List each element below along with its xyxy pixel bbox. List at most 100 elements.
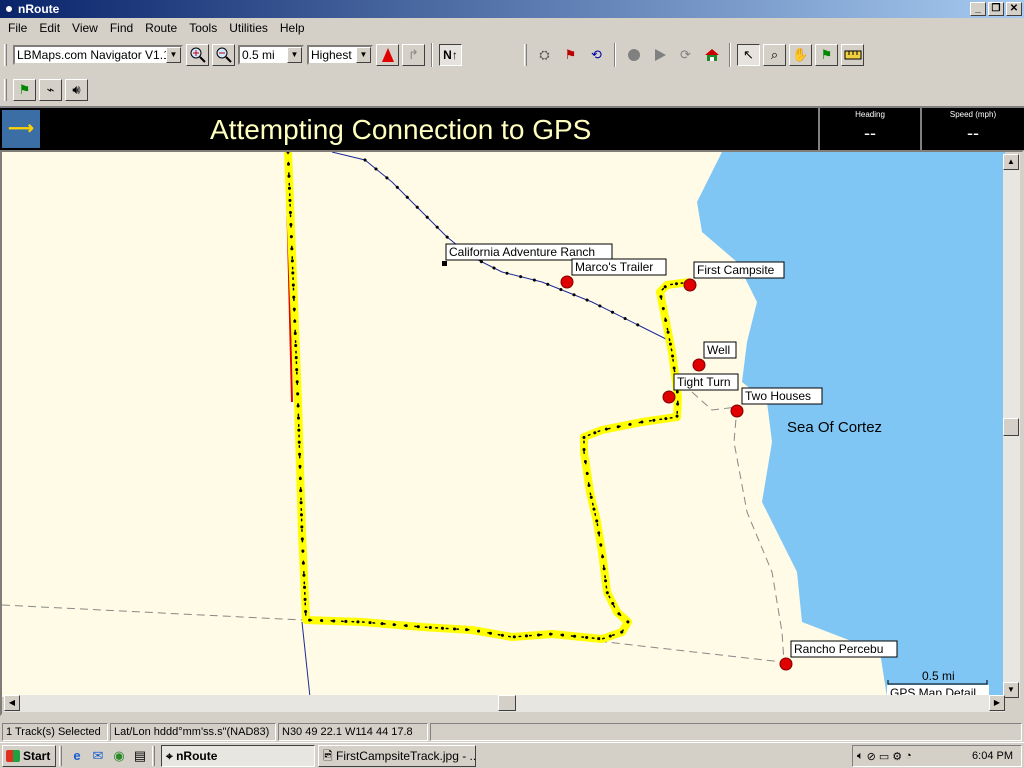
restore-button[interactable]: ❐: [988, 2, 1004, 16]
chevron-down-icon: ▼: [166, 47, 181, 63]
menu-utilities[interactable]: Utilities: [223, 18, 274, 38]
svg-text:California Adventure Ranch: California Adventure Ranch: [449, 245, 595, 259]
north-arrow-button[interactable]: [376, 44, 399, 66]
app-icon: [4, 4, 14, 14]
ie-icon[interactable]: e: [68, 747, 86, 765]
menu-file[interactable]: File: [2, 18, 33, 38]
map-canvas[interactable]: California Adventure Ranch Marco's Trail…: [2, 152, 1005, 697]
close-button[interactable]: ✕: [1006, 2, 1022, 16]
menu-help[interactable]: Help: [274, 18, 311, 38]
chevron-down-icon: ▼: [356, 47, 371, 63]
outlook-icon[interactable]: ✉: [89, 747, 107, 765]
ranch-marker: [442, 261, 447, 266]
waypoint-marcos-trailer[interactable]: [560, 275, 574, 289]
record-button[interactable]: [622, 44, 645, 66]
waypoint-well[interactable]: [692, 358, 706, 372]
pan-tool-button[interactable]: ✋: [789, 44, 812, 66]
home-button[interactable]: [700, 44, 723, 66]
red-arrow-icon: [381, 48, 394, 62]
waypoint-first-campsite[interactable]: [683, 278, 697, 292]
gps-device-button[interactable]: ⌁: [39, 79, 62, 101]
label-first-campsite: First Campsite: [693, 261, 785, 279]
task-image-viewer[interactable]: 🖻︎ FirstCampsiteTrack.jpg - ...: [318, 744, 476, 767]
sound-icon: 🔊︎: [72, 82, 81, 97]
title-bar: nRoute _ ❐ ✕: [0, 0, 1024, 18]
heading-gauge: Heading --: [818, 108, 920, 152]
pointer-icon: ↖: [743, 47, 754, 62]
svg-text:Tight Turn: Tight Turn: [677, 375, 731, 389]
scroll-right-button[interactable]: ▶: [989, 695, 1005, 711]
zoom-in-button[interactable]: [186, 44, 209, 66]
tray-status-icon[interactable]: ◔: [905, 750, 912, 762]
label-california-adventure-ranch[interactable]: California Adventure Ranch: [445, 243, 613, 261]
secondary-toolbar: ⚑ ⌁ 🔊︎: [4, 76, 88, 104]
play-button[interactable]: [648, 44, 671, 66]
cursor-coordinates: N30 49 22.1 W114 44 17.8: [278, 723, 428, 741]
clock: 6:04 PM: [972, 750, 1013, 762]
menu-find[interactable]: Find: [104, 18, 139, 38]
map-source-select[interactable]: LBMaps.com Navigator V1.10 ▼: [13, 45, 183, 65]
connection-message: Attempting Connection to GPS: [210, 114, 592, 145]
minimize-button[interactable]: _: [970, 2, 986, 16]
label-well: Well: [703, 341, 737, 359]
system-tray: 🔈︎ ⊘ ▭ ⚙ ◔ 6:04 PM: [852, 745, 1022, 767]
zoom-in-icon: [190, 47, 206, 63]
tray-app-icon[interactable]: ⚙: [892, 750, 902, 763]
scroll-up-button[interactable]: ▲: [1003, 154, 1019, 170]
binoculars-flag-icon: ⚑: [564, 47, 577, 62]
waypoint-tight-turn[interactable]: [662, 390, 676, 404]
map-view[interactable]: California Adventure Ranch Marco's Trail…: [0, 150, 1024, 716]
sea-label: Sea Of Cortez: [787, 419, 882, 436]
app-shortcut-icon[interactable]: ▤: [131, 747, 149, 765]
loop-button[interactable]: ⟳: [674, 44, 697, 66]
start-button[interactable]: Start: [2, 744, 56, 767]
menu-edit[interactable]: Edit: [33, 18, 66, 38]
label-rancho-percebu: Rancho Percebu: [790, 640, 898, 658]
media-icon[interactable]: ◉: [110, 747, 128, 765]
nroute-task-icon: ⌖: [166, 748, 177, 763]
svg-text:Well: Well: [707, 343, 730, 357]
select-tool-button[interactable]: ↖: [737, 44, 760, 66]
horizontal-scroll-thumb[interactable]: [498, 695, 516, 711]
detail-select[interactable]: Highest ▼: [307, 45, 373, 65]
gps-banner: ⟶ Attempting Connection to GPS Heading -…: [0, 106, 1024, 152]
record-icon: [627, 49, 640, 61]
menu-view[interactable]: View: [66, 18, 104, 38]
vertical-scrollbar[interactable]: ▲ ▼: [1003, 154, 1020, 698]
coordinate-format: Lat/Lon hddd°mm'ss.s"(NAD83): [110, 723, 276, 741]
heading-label: Heading: [855, 110, 885, 119]
menu-tools[interactable]: Tools: [183, 18, 223, 38]
taskbar: Start e ✉ ◉ ▤ ⌖ nRoute 🖻︎ FirstCampsiteT…: [0, 742, 1024, 768]
network-icon[interactable]: ⊘: [867, 750, 876, 763]
svg-text:Marco's Trailer: Marco's Trailer: [575, 260, 653, 274]
zoom-tool-button[interactable]: ⌕: [763, 44, 786, 66]
waypoint-rancho-percebu[interactable]: [779, 657, 793, 671]
scroll-left-button[interactable]: ◀: [4, 695, 20, 711]
waypoint-two-houses[interactable]: [730, 404, 744, 418]
horizontal-scrollbar[interactable]: ◀ ▶: [4, 695, 1005, 712]
gps-device-icon: ⌁: [46, 82, 55, 97]
find-waypoint-button[interactable]: ⚑: [559, 44, 582, 66]
scale-select[interactable]: 0.5 mi ▼: [238, 45, 304, 65]
find-button[interactable]: ⛭: [533, 44, 556, 66]
volume-icon[interactable]: 🔈︎: [857, 750, 864, 763]
task-nroute[interactable]: ⌖ nRoute: [161, 744, 315, 767]
measure-tool-button[interactable]: [841, 44, 864, 66]
speed-label: Speed (mph): [949, 110, 997, 119]
north-up-button[interactable]: N↑: [439, 44, 462, 66]
display-icon[interactable]: ▭: [879, 750, 889, 763]
zoom-out-button[interactable]: [212, 44, 235, 66]
audio-button[interactable]: 🔊︎: [65, 79, 88, 101]
turn-button[interactable]: ↱: [402, 44, 425, 66]
vertical-scroll-thumb[interactable]: [1003, 418, 1019, 436]
svg-text:Rancho Percebu: Rancho Percebu: [794, 642, 883, 656]
tools-toolbar: ⛭ ⚑ ⟲ ⟳ ↖ ⌕ ✋ ⚑: [524, 41, 864, 69]
menu-route[interactable]: Route: [139, 18, 183, 38]
find-route-button[interactable]: ⟲: [585, 44, 608, 66]
speed-gauge: Speed (mph) --: [920, 108, 1024, 152]
scroll-down-button[interactable]: ▼: [1003, 682, 1019, 698]
waypoint-tool-button[interactable]: ⚑: [815, 44, 838, 66]
new-waypoint-button[interactable]: ⚑: [13, 79, 36, 101]
svg-text:0.5 mi: 0.5 mi: [922, 669, 955, 683]
status-extra: [430, 723, 1022, 741]
